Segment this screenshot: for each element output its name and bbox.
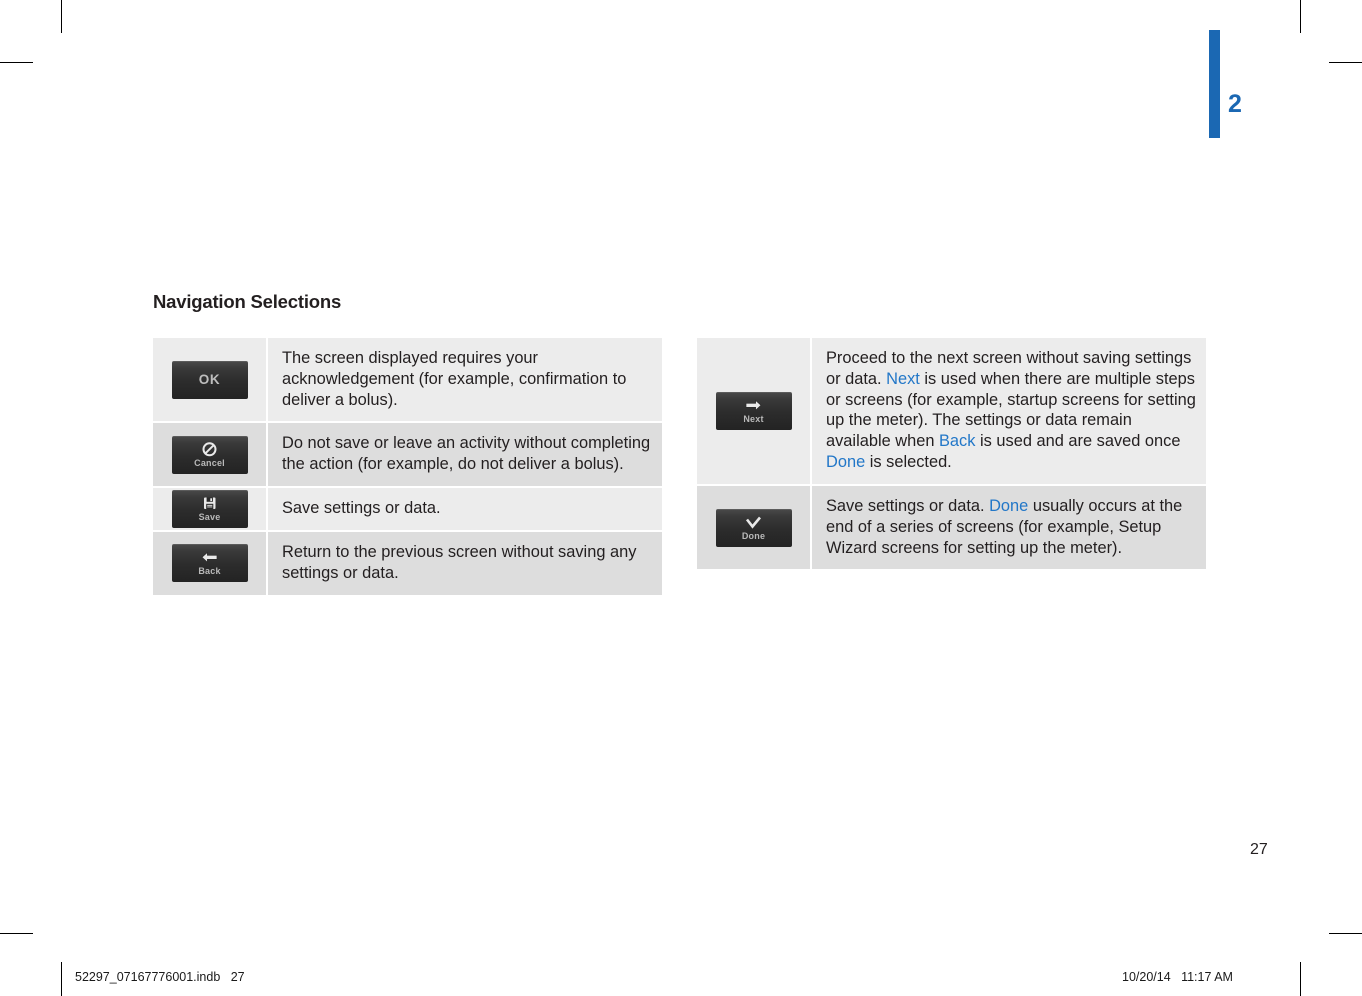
arrow-right-icon — [745, 398, 762, 413]
crop-mark-top-left-horizontal — [0, 62, 33, 64]
inline-term-back: Back — [939, 432, 976, 451]
cancel-button[interactable]: Cancel — [171, 435, 248, 474]
button-label: Save — [198, 512, 221, 523]
crop-mark-bottom-left-vertical — [61, 962, 63, 996]
crop-mark-top-left-vertical — [61, 0, 63, 33]
crop-mark-bottom-right-vertical — [1300, 962, 1302, 996]
description-text: Save settings or data. — [826, 496, 990, 515]
crop-mark-top-right-vertical — [1300, 0, 1302, 33]
description-text: is selected. — [865, 453, 952, 472]
arrow-left-icon — [201, 550, 218, 565]
table-cell-icon: Cancel — [153, 423, 268, 487]
table-row: Back Return to the previous screen withou… — [153, 529, 662, 595]
table-row: Cancel Do not save or leave an activity w… — [153, 421, 662, 487]
button-label: Cancel — [194, 457, 225, 468]
chapter-tab-marker — [1209, 30, 1220, 138]
inline-term-done: Done — [826, 453, 866, 472]
inline-term-done: Done — [989, 496, 1029, 515]
table-row: Done Save settings or data. Done usually … — [697, 483, 1206, 570]
back-button[interactable]: Back — [171, 544, 248, 583]
table-cell-description: Proceed to the next screen without savin… — [812, 338, 1206, 484]
button-label: Back — [198, 566, 221, 577]
table-cell-icon: Back — [153, 531, 268, 595]
checkmark-icon — [745, 515, 762, 530]
button-label: Done — [741, 530, 766, 541]
ok-button[interactable]: OK — [171, 360, 248, 399]
crop-mark-top-right-horizontal — [1329, 62, 1362, 64]
inline-term-next: Next — [886, 369, 920, 388]
page-number: 27 — [1250, 841, 1268, 858]
button-label: Next — [743, 413, 764, 424]
table-cell-description: Return to the previous screen without sa… — [268, 531, 662, 595]
footer-timestamp: 10/20/14 11:17 AM — [1122, 970, 1233, 984]
button-label: OK — [198, 371, 221, 387]
table-cell-icon: Done — [697, 485, 812, 570]
floppy-disk-icon — [201, 496, 218, 511]
description-text: is used and are saved once — [975, 432, 1181, 451]
table-cell-description: Do not save or leave an activity without… — [268, 423, 662, 487]
save-button[interactable]: Save — [171, 490, 248, 529]
navigation-selections-table-right: Next Proceed to the next screen without s… — [697, 338, 1206, 570]
done-button[interactable]: Done — [715, 508, 792, 547]
description-text: Do not save or leave an activity without… — [282, 434, 651, 474]
table-cell-icon: Next — [697, 338, 812, 484]
crop-mark-bottom-left-horizontal — [0, 933, 33, 935]
table-row: Next Proceed to the next screen without s… — [697, 338, 1206, 484]
crop-mark-bottom-right-horizontal — [1329, 933, 1362, 935]
table-row: Save Save settings or data. — [153, 486, 662, 530]
prohibition-icon — [201, 442, 218, 457]
next-button[interactable]: Next — [715, 391, 792, 430]
table-cell-icon: Save — [153, 488, 268, 530]
description-text: Return to the previous screen without sa… — [282, 542, 637, 582]
navigation-selections-table-left: OK The screen displayed requires your ack… — [153, 338, 662, 595]
page-title: Navigation Selections — [153, 291, 342, 312]
footer-file-label: 52297_07167776001.indb 27 — [75, 970, 245, 984]
table-cell-description: The screen displayed requires your ackno… — [268, 338, 662, 422]
table-cell-description: Save settings or data. Done usually occu… — [812, 485, 1206, 570]
description-text: The screen displayed requires your ackno… — [282, 349, 627, 409]
table-row: OK The screen displayed requires your ack… — [153, 338, 662, 422]
chapter-number: 2 — [1228, 90, 1242, 118]
table-cell-icon: OK — [153, 338, 268, 422]
table-cell-description: Save settings or data. — [268, 488, 662, 530]
description-text: Save settings or data. — [282, 499, 441, 518]
